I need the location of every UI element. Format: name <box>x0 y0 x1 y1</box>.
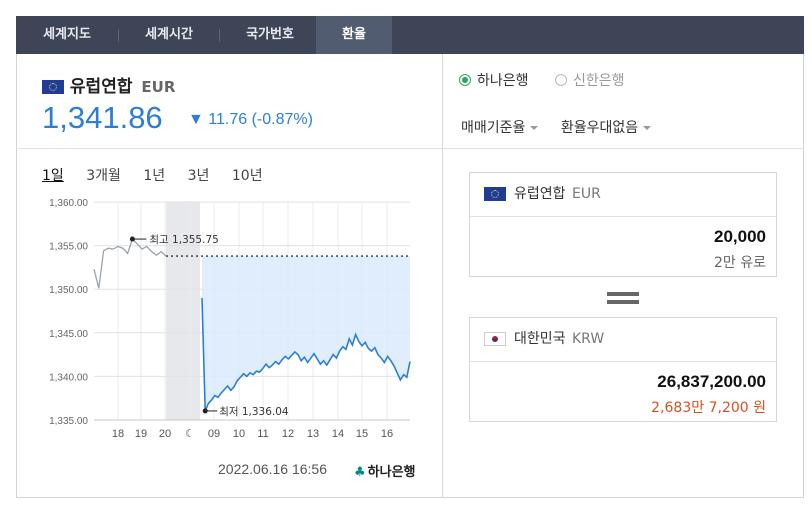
caret-down-icon <box>643 126 652 130</box>
to-currency-name: 대한민국 <box>514 331 566 347</box>
bank-option-shinhan[interactable]: 신한은행 <box>554 73 625 89</box>
period-selector: 1일 3개월 1년 3년 10년 <box>42 165 281 185</box>
currency-code: EUR <box>141 78 176 96</box>
equals-icon <box>607 292 639 308</box>
to-amount-text: 2,683만 7,200 원 <box>651 400 766 416</box>
divider <box>16 148 443 149</box>
tab-bar: 세계지도 세계시간 국가번호 환율 <box>16 16 804 54</box>
x-tick-label: 19 <box>135 428 147 440</box>
y-tick-label: 1,355.00 <box>49 242 88 253</box>
period-1d[interactable]: 1일 <box>42 168 64 184</box>
hana-bank-logo: ♣ 하나은행 <box>354 465 416 480</box>
caret-down-icon <box>530 126 539 130</box>
x-tick-label: 13 <box>307 428 319 440</box>
from-currency-name: 유럽연합 <box>514 186 566 202</box>
x-tick-label: 15 <box>356 428 368 440</box>
high-label: 최고 1,355.75 <box>149 234 218 246</box>
timestamp: 2022.06.16 16:56 <box>218 461 327 477</box>
to-currency-box[interactable]: 대한민국 KRW 26,837,200.00 2,683만 7,200 원 <box>469 317 777 422</box>
x-tick-label: 18 <box>112 428 124 440</box>
rate-change-text: 11.76 (-0.87%) <box>208 111 313 128</box>
tab-country-code[interactable]: 국가번호 <box>220 16 320 54</box>
currency-title: 유럽연합 EUR <box>42 72 175 97</box>
from-currency-header[interactable]: 유럽연합 EUR <box>470 173 776 217</box>
y-tick-label: 1,345.00 <box>49 329 88 340</box>
radio-checked-icon <box>459 74 471 86</box>
to-currency-code: KRW <box>571 331 605 347</box>
period-10y[interactable]: 10년 <box>232 168 263 184</box>
exchange-rate-value: 1,341.86 <box>42 100 163 135</box>
tab-world-map[interactable]: 세계지도 <box>16 16 118 54</box>
tab-world-time[interactable]: 세계시간 <box>119 16 219 54</box>
preferential-rate-dropdown[interactable]: 환율우대없음 <box>561 120 652 136</box>
y-tick-label: 1,350.00 <box>49 285 88 296</box>
x-tick-label: 16 <box>381 428 393 440</box>
x-tick-label: 10 <box>233 428 245 440</box>
low-label: 최저 1,336.04 <box>219 406 289 418</box>
from-amount-input[interactable]: 20,000 <box>714 227 766 247</box>
kr-flag-icon <box>484 332 506 346</box>
to-currency-header[interactable]: 대한민국 KRW <box>470 318 776 362</box>
y-tick-label: 1,335.00 <box>49 416 88 427</box>
from-currency-code: EUR <box>571 186 601 202</box>
period-1y[interactable]: 1년 <box>143 168 165 184</box>
radio-unchecked-icon <box>554 74 567 86</box>
from-amount-text: 2만 유로 <box>714 255 766 271</box>
moon-icon: ☾ <box>185 428 195 440</box>
eu-flag-icon <box>484 187 506 201</box>
x-tick-label: 12 <box>282 428 294 440</box>
rate-chart: 1,360.00 1,355.00 1,350.00 1,345.00 1,340.00… <box>49 198 411 440</box>
rate-options: 매매기준율 환율우대없음 <box>461 117 669 137</box>
x-tick-label: 14 <box>332 428 344 440</box>
period-3y[interactable]: 3년 <box>188 168 210 184</box>
x-tick-label: 20 <box>159 428 171 440</box>
rate-change: ▼ 11.76 (-0.87%) <box>188 111 313 129</box>
y-tick-label: 1,340.00 <box>49 372 88 383</box>
divider <box>443 148 804 149</box>
eu-flag-icon <box>42 80 64 94</box>
series-line-previous <box>93 237 167 289</box>
bank-option-hana[interactable]: 하나은행 <box>459 73 529 89</box>
currency-name: 유럽연합 <box>69 77 133 97</box>
y-tick-label: 1,360.00 <box>49 198 88 209</box>
rate-type-dropdown[interactable]: 매매기준율 <box>461 120 539 136</box>
bank-selector: 하나은행 신한은행 <box>459 70 647 90</box>
period-3m[interactable]: 3개월 <box>86 168 121 184</box>
to-amount-value: 26,837,200.00 <box>657 372 766 391</box>
x-tick-label: 09 <box>208 428 220 440</box>
tab-exchange-rate[interactable]: 환율 <box>316 16 392 54</box>
from-currency-box[interactable]: 유럽연합 EUR 20,000 2만 유로 <box>469 172 777 277</box>
down-arrow-icon: ▼ <box>188 111 204 128</box>
x-tick-label: 11 <box>257 428 268 440</box>
